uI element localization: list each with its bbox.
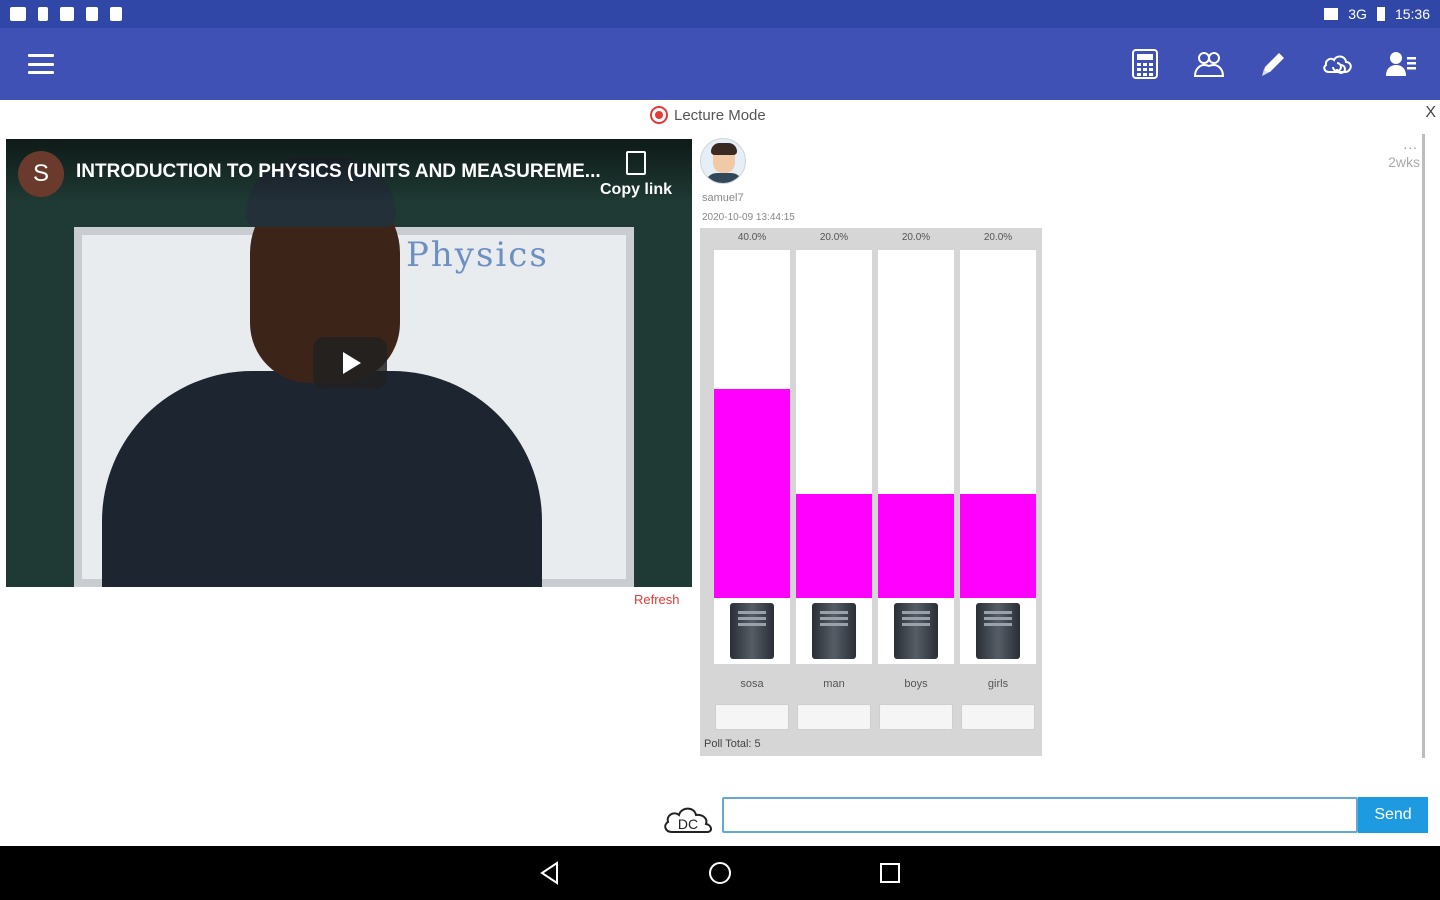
users-group-icon[interactable] — [1192, 47, 1226, 81]
sim-icon — [1324, 8, 1339, 20]
recents-icon[interactable] — [875, 858, 905, 888]
lecture-mode-indicator[interactable]: Lecture Mode — [650, 106, 766, 124]
back-icon[interactable] — [535, 858, 565, 888]
dc-cloud-logo: DC — [664, 807, 712, 833]
poll-option-image — [878, 598, 954, 664]
poll-percent-label: 40.0% — [737, 232, 767, 243]
clock: 15:36 — [1394, 6, 1430, 22]
poll-bar — [878, 494, 954, 598]
poll-percent-label: 20.0% — [983, 232, 1013, 243]
poll-vote-button[interactable] — [797, 704, 871, 730]
toolbar-actions — [1128, 47, 1418, 81]
channel-avatar[interactable]: S — [18, 151, 64, 197]
whiteboard-text: Physics — [406, 235, 549, 275]
play-icon — [343, 352, 361, 374]
computer-tower-icon — [976, 603, 1020, 659]
post-date: 2020-10-09 13:44:15 — [702, 212, 795, 223]
lecture-bar: Lecture Mode X — [0, 104, 1440, 128]
status-system: 3G 15:36 — [1324, 6, 1430, 22]
poll-option-label: man — [823, 678, 845, 690]
poll-percent-label: 20.0% — [819, 232, 849, 243]
poll-bar-track — [960, 250, 1036, 598]
computer-tower-icon — [894, 603, 938, 659]
copy-link-button[interactable]: Copy link — [600, 151, 672, 199]
computer-tower-icon — [730, 603, 774, 659]
battery-icon — [1376, 7, 1385, 21]
missed-call-icon — [60, 7, 74, 21]
play-button[interactable] — [313, 337, 387, 389]
record-icon — [650, 106, 668, 124]
video-player[interactable]: Physics S INTRODUCTION TO PHYSICS (UNITS… — [6, 139, 692, 587]
screenshot-icon — [110, 7, 122, 21]
cloud-sync-icon[interactable] — [1320, 47, 1354, 81]
poll-option-label: girls — [987, 678, 1009, 690]
panel-scrollbar[interactable] — [1422, 134, 1425, 758]
hamburger-menu-icon[interactable] — [28, 54, 54, 74]
app-toolbar — [0, 28, 1440, 100]
status-bar: 3G 15:36 — [0, 0, 1440, 28]
presenter-body — [102, 371, 542, 587]
lock-icon — [86, 7, 98, 21]
notification-icon — [10, 7, 26, 21]
poll-chart: Poll Total: 5 40.0% sosa 20.0% man 20.0% boys… — [700, 228, 1042, 756]
system-nav-bar — [0, 846, 1440, 900]
poll-option-image — [796, 598, 872, 664]
hourglass-icon — [38, 7, 48, 21]
send-button[interactable]: Send — [1358, 797, 1428, 833]
message-input[interactable] — [722, 797, 1358, 833]
poll-option-label: boys — [904, 678, 928, 690]
calculator-icon[interactable] — [1128, 47, 1162, 81]
post-username[interactable]: samuel7 — [702, 192, 744, 204]
computer-tower-icon — [812, 603, 856, 659]
poll-bar — [960, 494, 1036, 598]
more-options-icon[interactable]: ... — [1403, 136, 1418, 152]
poll-vote-button[interactable] — [961, 704, 1035, 730]
poll-option-label: sosa — [740, 678, 764, 690]
network-type: 3G — [1348, 6, 1367, 22]
poll-bar — [796, 494, 872, 598]
pencil-icon[interactable] — [1256, 47, 1290, 81]
poll-vote-button[interactable] — [879, 704, 953, 730]
home-icon[interactable] — [705, 858, 735, 888]
poll-bar-track — [796, 250, 872, 598]
copy-icon — [625, 151, 646, 175]
copy-link-label: Copy link — [599, 181, 672, 198]
lecture-mode-label: Lecture Mode — [674, 106, 766, 124]
poll-bar-track — [714, 250, 790, 598]
user-avatar[interactable] — [700, 138, 746, 184]
post-time-ago: 2wks — [1388, 154, 1420, 170]
close-button[interactable]: X — [1425, 104, 1436, 122]
status-notifications — [10, 7, 122, 21]
video-title[interactable]: INTRODUCTION TO PHYSICS (UNITS AND MEASU… — [76, 161, 601, 183]
poll-option-image — [960, 598, 1036, 664]
poll-total: Poll Total: 5 — [704, 738, 761, 750]
poll-bar — [714, 389, 790, 598]
dc-logo-text: DC — [678, 816, 698, 832]
contacts-icon[interactable] — [1384, 47, 1418, 81]
poll-option-image — [714, 598, 790, 664]
poll-vote-button[interactable] — [715, 704, 789, 730]
poll-percent-label: 20.0% — [901, 232, 931, 243]
refresh-link[interactable]: Refresh — [634, 592, 680, 607]
poll-bar-track — [878, 250, 954, 598]
